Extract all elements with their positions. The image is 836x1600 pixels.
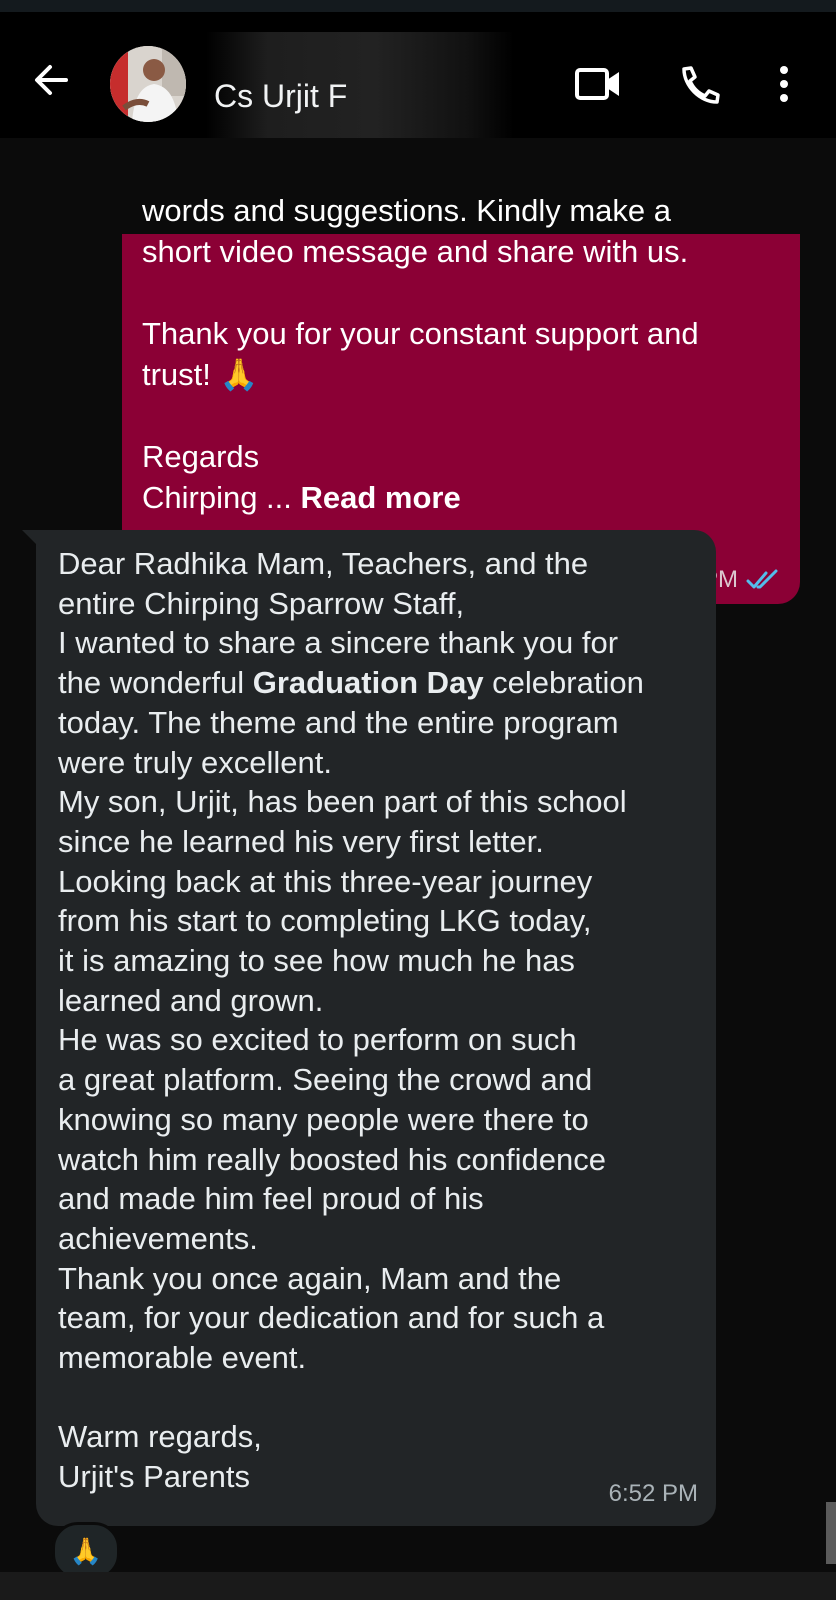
avatar[interactable] [110,46,186,122]
chat-area[interactable]: words and suggestions. Kindly make a sho… [0,138,836,1580]
scrollbar[interactable] [826,1502,836,1564]
incoming-text-part2: celebration today. The theme and the ent… [58,665,644,1495]
video-call-button[interactable] [574,64,624,104]
contact-name[interactable]: Cs Urjit F [214,78,347,115]
read-more-link[interactable]: Read more [301,480,461,515]
voice-call-button[interactable] [676,64,720,104]
double-check-icon [746,569,778,589]
chat-header: Cs Urjit F [0,12,836,148]
reaction-emoji: 🙏 [69,1535,103,1566]
video-camera-icon [575,68,619,100]
outgoing-message-text: words and suggestions. Kindly make a sho… [142,190,770,518]
more-vertical-icon [780,66,788,102]
status-bar [0,0,836,12]
contact-photo [110,46,186,122]
incoming-message-bubble[interactable]: Dear Radhika Mam, Teachers, and the enti… [22,530,716,1526]
incoming-message-text: Dear Radhika Mam, Teachers, and the enti… [58,544,702,1497]
more-options-button[interactable] [772,64,796,104]
outgoing-message-body: words and suggestions. Kindly make a sho… [142,193,699,515]
back-button[interactable] [30,58,74,102]
phone-icon [682,66,720,104]
incoming-message-time: 6:52 PM [608,1480,698,1507]
arrow-left-icon [35,65,68,95]
incoming-text-bold: Graduation Day [252,665,484,701]
system-nav-bar [0,1572,836,1600]
